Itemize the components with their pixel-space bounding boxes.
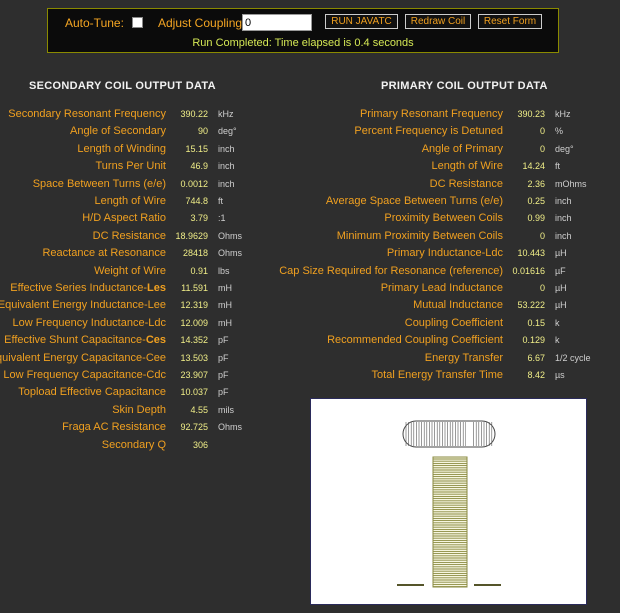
row-label: Mutual Inductance [413, 299, 503, 312]
primary-row-recommended-coupling-coefficient: Recommended Coupling Coefficient 0.129 k [0, 333, 559, 347]
autotune-checkbox[interactable] [132, 17, 143, 28]
row-value: 0 [539, 283, 545, 293]
primary-row-proximity-between-coils: Proximity Between Coils 0.99 inch [0, 211, 571, 225]
row-label: Primary Resonant Frequency [359, 108, 503, 120]
row-unit: inch [555, 213, 572, 224]
row-unit: µF [555, 265, 566, 276]
row-value: 92.725 [180, 422, 208, 433]
row-value: 0.15 [527, 317, 545, 328]
row-value: 6.67 [527, 352, 545, 363]
row-value: 0 [539, 143, 545, 154]
row-unit: ft [555, 161, 561, 172]
row-value: 0.99 [527, 213, 545, 224]
row-unit: mOhms [555, 178, 587, 189]
row-unit: 1/2 cycle [555, 352, 591, 363]
primary-row-primary-lead-inductance: Primary Lead Inductance 0 µH [0, 281, 567, 295]
primary-row-dc-resistance: DC Resistance 2.36 mOhms [0, 177, 587, 191]
row-label: Energy Transfer [424, 351, 503, 364]
row-label: Average Space Between Turns (e/e) [325, 195, 503, 207]
row-label: Recommended Coupling Coefficient [327, 334, 503, 347]
row-label: Fraga AC Resistance [62, 421, 166, 434]
primary-row-minimum-proximity-between-coils: Minimum Proximity Between Coils 0 inch [0, 229, 572, 243]
row-value: 0.25 [527, 196, 545, 206]
row-label: Primary Lead Inductance [380, 282, 503, 294]
coil-drawing [397, 420, 501, 588]
reset-form-button[interactable]: Reset Form [478, 14, 542, 29]
row-unit: kHz [555, 109, 571, 119]
row-value: 10.443 [517, 248, 545, 259]
secondary-row-secondary-q: Secondary Q 306 [0, 438, 208, 452]
primary-row-total-energy-transfer-time: Total Energy Transfer Time 8.42 µs [0, 368, 565, 382]
row-label: Minimum Proximity Between Coils [336, 229, 503, 242]
primary-row-percent-frequency-is-detuned: Percent Frequency is Detuned 0% [0, 124, 563, 138]
row-value: 4.55 [190, 404, 208, 415]
row-label: Angle of Primary [421, 142, 503, 155]
row-label: Length of Wire [431, 160, 503, 173]
row-unit: pF [218, 387, 229, 398]
primary-row-average-space-between-turns-e-e: Average Space Between Turns (e/e) 0.25 inc… [0, 194, 572, 208]
row-unit: % [555, 126, 564, 137]
autotune-label: Auto-Tune: [65, 16, 124, 30]
row-unit: deg° [555, 143, 574, 154]
primary-row-angle-of-primary: Angle of Primary 0 deg° [0, 142, 574, 156]
row-value: 10.037 [180, 387, 208, 398]
secondary-winding [432, 456, 468, 588]
secondary-row-topload-effective-capacitance: Topload Effective Capacitance 10.037 pF [0, 385, 228, 399]
row-label: Proximity Between Coils [384, 212, 503, 225]
run-javatc-button[interactable]: RUN JAVATC [325, 14, 398, 29]
row-value: 0 [539, 230, 545, 241]
primary-row-energy-transfer: Energy Transfer 6.67 1/2 cycle [0, 351, 591, 365]
row-label: Primary Inductance-Ldc [386, 247, 503, 260]
row-unit: µH [555, 300, 567, 311]
row-value: 306 [192, 439, 208, 450]
primary-row-cap-size-required-for-resonance-reference: Cap Size Required for Resonance (referen… [0, 264, 565, 278]
topload-toroid [402, 420, 496, 448]
row-label: Total Energy Transfer Time [371, 369, 503, 381]
primary-section-title: PRIMARY COIL OUTPUT DATA [381, 80, 548, 92]
toroid-highlight [466, 422, 472, 446]
secondary-row-fraga-ac-resistance: Fraga AC Resistance 92.725 Ohms [0, 420, 242, 434]
row-unit: µH [555, 283, 567, 293]
secondary-section-title: SECONDARY COIL OUTPUT DATA [29, 80, 216, 92]
primary-row-primary-inductance-ldc: Primary Inductance-Ldc 10.443 µH [0, 246, 567, 260]
row-value: 2.36 [527, 178, 545, 189]
row-label: Cap Size Required for Resonance (referen… [279, 264, 503, 277]
row-unit: k [555, 335, 560, 346]
row-value: 0.01616 [512, 265, 545, 276]
row-unit: µs [555, 370, 565, 380]
row-label: DC Resistance [429, 177, 503, 190]
run-status: Run Completed: Time elapsed is 0.4 secon… [192, 37, 414, 49]
row-unit: µH [555, 248, 567, 259]
row-unit: mils [218, 404, 234, 415]
primary-row-length-of-wire: Length of Wire 14.24 ft [0, 159, 560, 173]
primary-row-coupling-coefficient: Coupling Coefficient 0.15 k [0, 316, 560, 330]
row-value: 0 [539, 126, 545, 137]
row-label: Topload Effective Capacitance [18, 386, 166, 399]
row-label: Coupling Coefficient [404, 316, 503, 329]
row-value: 8.42 [527, 370, 545, 380]
row-value: 390.23 [517, 109, 545, 119]
coil-diagram [310, 398, 587, 605]
coupling-label: Adjust Coupling: [158, 16, 246, 30]
row-unit: inch [555, 230, 572, 241]
secondary-row-skin-depth: Skin Depth 4.55 mils [0, 403, 234, 417]
control-toolbar: Auto-Tune: Adjust Coupling: RUN JAVATC R… [47, 8, 559, 53]
redraw-coil-button[interactable]: Redraw Coil [405, 14, 471, 29]
row-unit: inch [555, 196, 572, 206]
row-unit: k [555, 317, 560, 328]
coupling-input[interactable] [242, 14, 312, 31]
row-value: 0.129 [522, 335, 545, 346]
row-value: 53.222 [517, 300, 545, 311]
primary-row-mutual-inductance: Mutual Inductance 53.222 µH [0, 298, 567, 312]
row-unit: Ohms [218, 422, 243, 433]
primary-row-primary-resonant-frequency: Primary Resonant Frequency 390.23 kHz [0, 107, 571, 121]
row-value: 14.24 [522, 161, 545, 172]
row-label: Skin Depth [112, 403, 166, 416]
row-label: Secondary Q [101, 438, 166, 451]
row-label: Percent Frequency is Detuned [354, 125, 503, 138]
